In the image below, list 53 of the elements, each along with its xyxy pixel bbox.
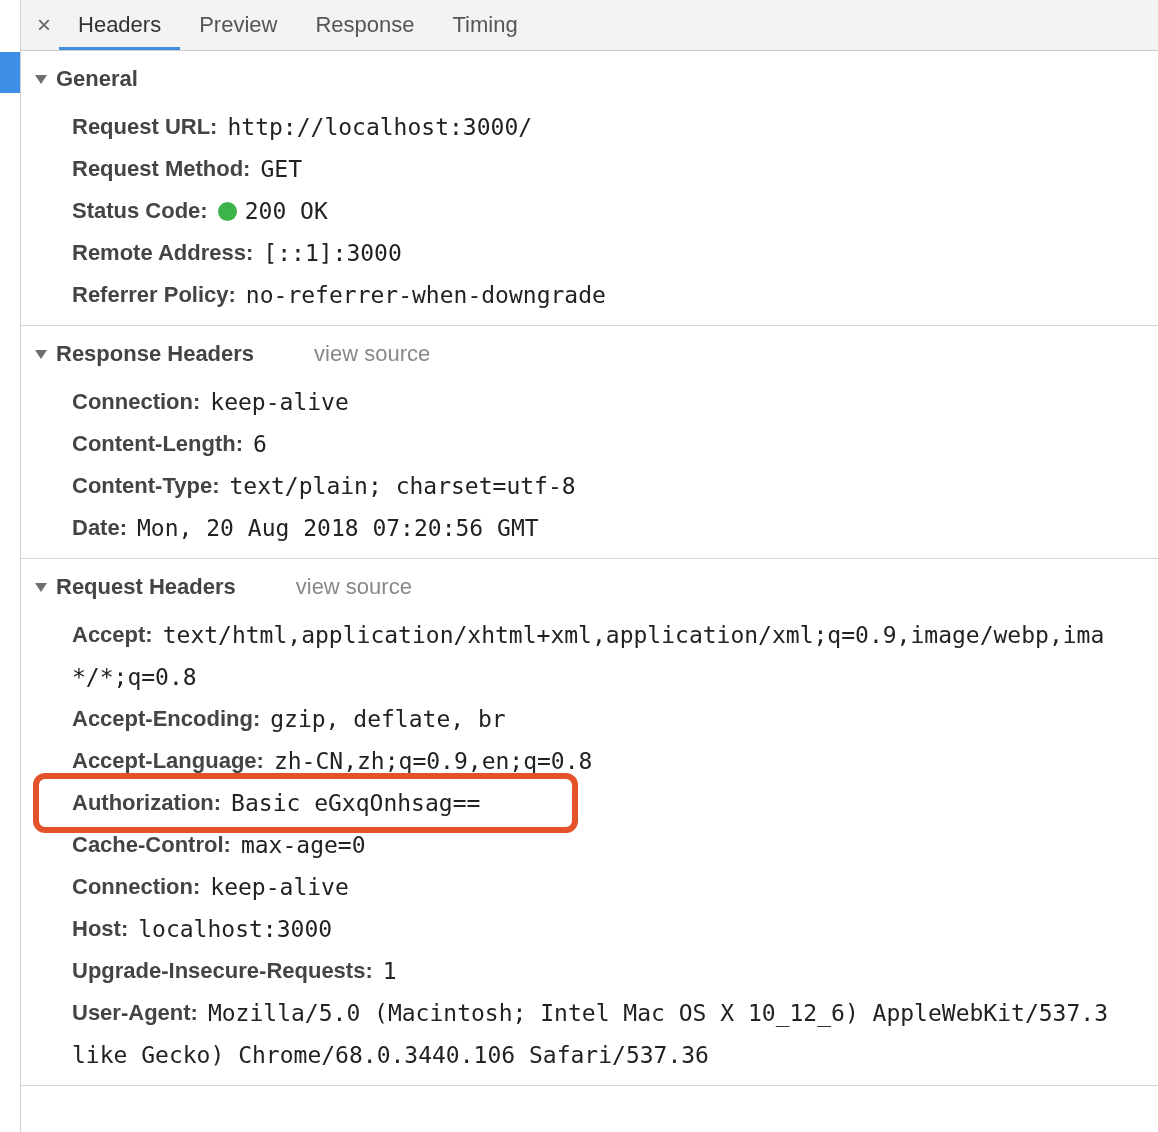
header-name: User-Agent: (72, 1000, 198, 1026)
header-name: Upgrade-Insecure-Requests: (72, 958, 373, 984)
selected-row-marker (0, 52, 20, 93)
header-name: Host: (72, 916, 129, 942)
header-name: Accept: (72, 622, 153, 648)
tab[interactable]: Headers (59, 0, 181, 50)
header-value: text/html,application/xhtml+xml,application/xml;q=0.9,image/webp,ima (162, 622, 1105, 648)
header-name: Referrer Policy: (72, 282, 236, 308)
view-source-link[interactable]: view source (314, 341, 431, 367)
expand-triangle-icon[interactable] (35, 74, 47, 84)
header-value: like Gecko) Chrome/68.0.3440.106 Safari/537.36 (72, 1042, 709, 1068)
view-source-link[interactable]: view source (295, 574, 412, 600)
header-value: gzip, deflate, br (270, 706, 506, 732)
header-value: 6 (253, 431, 267, 457)
header-name: Accept-Language: (72, 748, 264, 774)
header-value: Mon, 20 Aug 2018 07:20:56 GMT (137, 515, 539, 541)
header-value: GET (260, 156, 302, 182)
header-value: no-referrer-when-downgrade (245, 282, 606, 308)
expand-triangle-icon[interactable] (35, 582, 47, 592)
header-name: Status Code: (72, 198, 208, 224)
header-value: */*;q=0.8 (72, 664, 197, 690)
header-value: keep-alive (210, 874, 349, 900)
status-dot-icon (217, 201, 237, 221)
header-name: Connection: (72, 874, 201, 900)
tab[interactable]: Response (296, 0, 434, 50)
header-value: text/plain; charset=utf-8 (229, 473, 576, 499)
header-name: Connection: (72, 389, 201, 415)
header-value: http://localhost:3000/ (227, 114, 533, 140)
header-name: Content-Type: (72, 473, 220, 499)
header-value: 200 OK (244, 198, 328, 224)
header-value: max-age=0 (240, 832, 366, 858)
section-title[interactable]: Response Headers (56, 341, 255, 367)
header-value: [::1]:3000 (263, 240, 402, 266)
header-name: Request URL: (72, 114, 218, 140)
header-value: zh-CN,zh;q=0.9,en;q=0.8 (273, 748, 593, 774)
header-name: Date: (72, 515, 127, 541)
header-name: Cache-Control: (72, 832, 231, 858)
header-name: Accept-Encoding: (72, 706, 261, 732)
section-title[interactable]: General (56, 66, 138, 92)
close-button[interactable]: × (21, 0, 59, 50)
header-name: Request Method: (72, 156, 251, 182)
tab[interactable]: Timing (433, 0, 537, 50)
header-value: localhost:3000 (138, 916, 333, 942)
header-value: Basic eGxqOnhsag== (231, 790, 481, 816)
tab[interactable]: Preview (180, 0, 297, 50)
header-value: Mozilla/5.0 (Macintosh; Intel Mac OS X 10_12_6) AppleWebKit/537.3 (207, 1000, 1108, 1026)
header-value: keep-alive (210, 389, 349, 415)
header-name: Content-Length: (72, 431, 244, 457)
section-title[interactable]: Request Headers (56, 574, 236, 600)
expand-triangle-icon[interactable] (35, 349, 47, 359)
header-name: Authorization: (72, 790, 222, 816)
header-name: Remote Address: (72, 240, 254, 266)
header-value: 1 (382, 958, 397, 984)
